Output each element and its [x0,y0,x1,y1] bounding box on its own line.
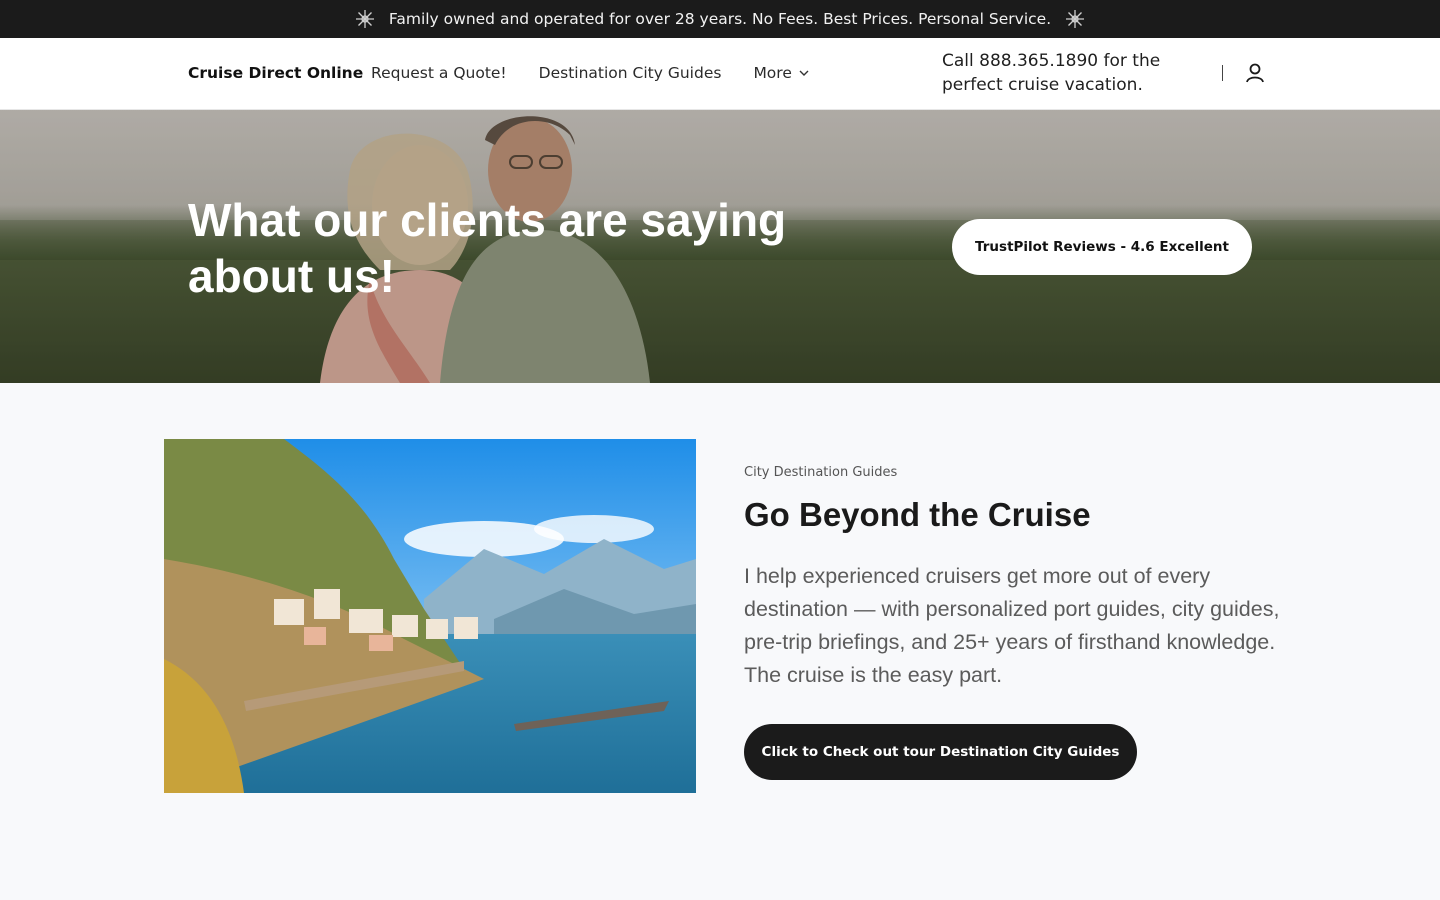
snowflake-icon [1065,9,1085,29]
nav-item-more[interactable]: More [753,64,809,82]
announcement-bar: Family owned and operated for over 28 ye… [0,0,1440,38]
phone-line-2: perfect cruise vacation. [942,75,1143,95]
nav-item-destination-guides[interactable]: Destination City Guides [539,64,722,82]
feature-title: Go Beyond the Cruise [744,496,1091,533]
main-nav: Request a Quote! Destination City Guides… [371,64,810,82]
destination-guides-button[interactable]: Click to Check out tour Destination City… [744,724,1137,780]
nav-item-label: Destination City Guides [538,64,722,82]
feature-body: I help experienced cruisers get more out… [744,564,1280,687]
user-icon[interactable] [1243,61,1267,85]
trustpilot-reviews-button[interactable]: TrustPilot Reviews - 4.6 Excellent [952,219,1252,275]
nav-item-request-quote[interactable]: Request a Quote! [371,64,507,82]
chevron-down-icon [799,70,809,76]
announcement-text: Family owned and operated for over 28 ye… [388,10,1052,28]
nav-item-label: Request a Quote! [371,64,507,82]
nav-item-label: More [753,64,792,82]
phone-line-1: Call 888.365.1890 for the [942,51,1161,71]
hero-banner: What our clients are saying about us! Tr… [0,110,1440,383]
hero-title: What our clients are saying about us! [188,194,787,302]
site-header: Cruise Direct Online Request a Quote! De… [0,38,1440,110]
header-divider [1222,65,1223,81]
feature-eyebrow: City Destination Guides [744,465,898,480]
snowflake-icon [355,9,375,29]
phone-cta: Call 888.365.1890 for the perfect cruise… [942,49,1172,97]
brand-link[interactable]: Cruise Direct Online [188,64,363,82]
amalfi-coast-photo [164,439,696,793]
